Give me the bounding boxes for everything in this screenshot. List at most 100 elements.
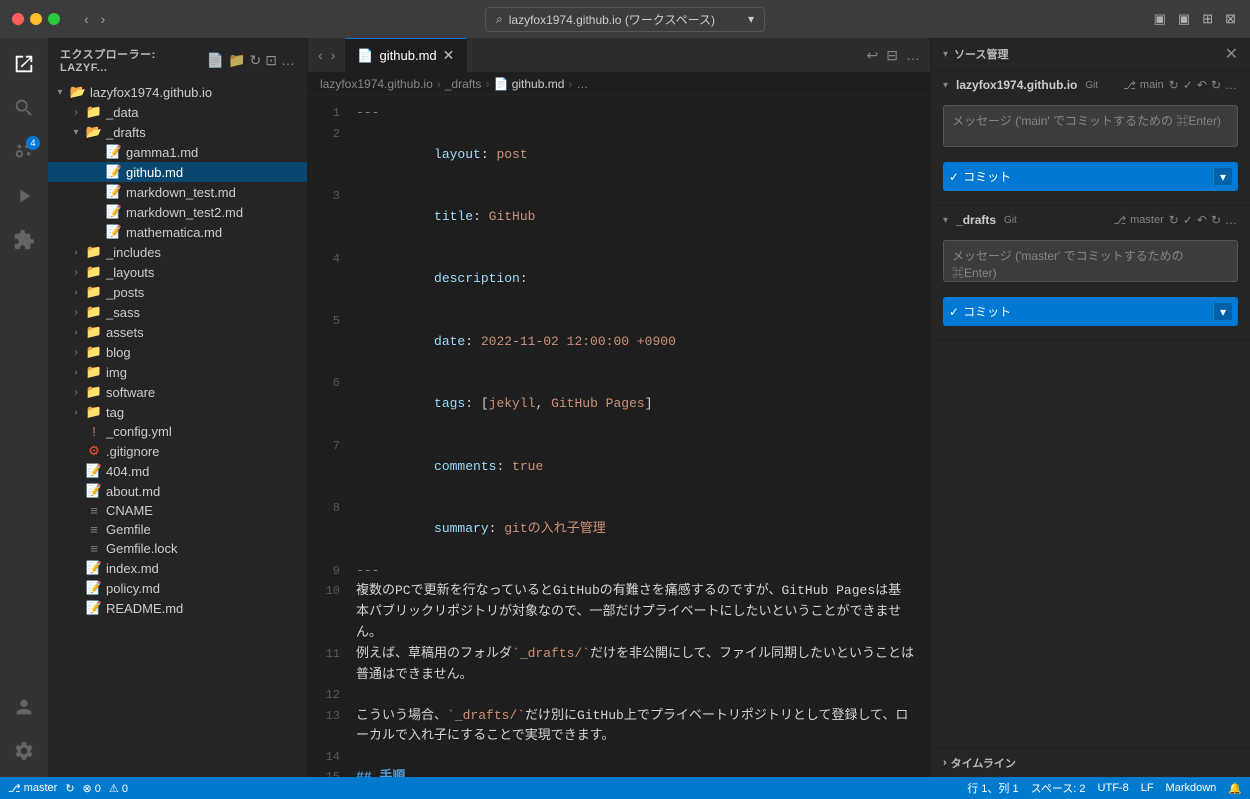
tab-github-md[interactable]: 📄 github.md ✕ — [345, 38, 467, 73]
sidebar-item-gamma1[interactable]: 📝 gamma1.md — [48, 142, 307, 162]
file-icon: ≡ — [84, 503, 104, 518]
layout4-button[interactable]: ⊠ — [1223, 9, 1238, 29]
sidebar-item-drafts[interactable]: ▾ 📂 _drafts — [48, 122, 307, 142]
layout1-button[interactable]: ▣ — [1152, 9, 1168, 29]
history-button[interactable]: ↶ — [1196, 77, 1208, 93]
sync-branch-button[interactable]: ↻ — [1168, 77, 1180, 93]
status-encoding[interactable]: UTF-8 — [1098, 782, 1129, 794]
tab-nav-forward[interactable]: › — [329, 45, 338, 65]
activity-search[interactable] — [6, 90, 42, 126]
sidebar-item-mathematica[interactable]: 📝 mathematica.md — [48, 222, 307, 242]
sidebar-item-readme[interactable]: 📝 README.md — [48, 598, 307, 618]
status-sync[interactable]: ↻ — [65, 782, 74, 795]
sidebar-item-includes[interactable]: › 📁 _includes — [48, 242, 307, 262]
sidebar-item-sass[interactable]: › 📁 _sass — [48, 302, 307, 322]
status-spaces[interactable]: スペース: 2 — [1031, 780, 1086, 796]
history2-button[interactable]: ↶ — [1196, 212, 1208, 228]
breadcrumb-more[interactable]: … — [576, 77, 588, 91]
encoding-label: UTF-8 — [1098, 782, 1129, 794]
sc-repo2-message-input[interactable] — [943, 240, 1238, 282]
tab-nav-back[interactable]: ‹ — [316, 45, 325, 65]
sidebar-item-github-md[interactable]: 📝 github.md — [48, 162, 307, 182]
sidebar-item-root[interactable]: ▾ 📂 lazyfox1974.github.io — [48, 82, 307, 102]
sc-repo2-header[interactable]: ▾ _drafts Git ⎇ master ↻ ✓ ↶ ↻ … — [931, 206, 1250, 234]
activity-explorer[interactable] — [6, 46, 42, 82]
status-language[interactable]: Markdown — [1166, 782, 1217, 794]
sidebar-item-policy[interactable]: 📝 policy.md — [48, 578, 307, 598]
activity-source-control[interactable]: 4 — [6, 134, 42, 170]
check2-button[interactable]: ✓ — [1182, 212, 1194, 228]
sidebar-item-data[interactable]: › 📁 _data — [48, 102, 307, 122]
sc-repo1-header[interactable]: ▾ lazyfox1974.github.io Git ⎇ main ↻ ✓ ↶… — [931, 71, 1250, 99]
code-editor[interactable]: 1 --- 2 layout: post 3 title: GitHub 4 d… — [308, 95, 930, 777]
new-folder-button[interactable]: 📁 — [228, 52, 245, 69]
tab-close-button[interactable]: ✕ — [443, 47, 455, 64]
tab-bar: ‹ › 📄 github.md ✕ ↩ ⊟ … — [308, 38, 930, 73]
new-file-button[interactable]: 📄 — [207, 52, 224, 69]
breadcrumb-root[interactable]: lazyfox1974.github.io — [320, 77, 433, 91]
sc-close-button[interactable]: ✕ — [1225, 44, 1238, 64]
split-button[interactable]: ⊟ — [884, 45, 900, 66]
timeline-section[interactable]: › タイムライン — [931, 748, 1250, 777]
sidebar-item-layouts[interactable]: › 📁 _layouts — [48, 262, 307, 282]
md-file-icon: 📝 — [84, 483, 104, 499]
sidebar-item-software[interactable]: › 📁 software — [48, 382, 307, 402]
more-tab-actions[interactable]: … — [904, 45, 922, 65]
sidebar-item-about[interactable]: 📝 about.md — [48, 481, 307, 501]
sidebar-item-gemfile-lock[interactable]: ≡ Gemfile.lock — [48, 539, 307, 558]
refresh-button[interactable]: ↻ — [250, 52, 262, 69]
sidebar-item-img[interactable]: › 📁 img — [48, 362, 307, 382]
titlebar-search[interactable]: ⌕ lazyfox1974.github.io (ワークスペース) ▾ — [485, 7, 765, 32]
sidebar-item-cname[interactable]: ≡ CNAME — [48, 501, 307, 520]
status-warnings[interactable]: ⚠ 0 — [109, 782, 128, 795]
forward-button[interactable]: › — [97, 9, 110, 29]
sc-repo2-commit-button[interactable]: ✓ コミット ▾ — [943, 297, 1238, 326]
tree-label: blog — [106, 345, 307, 360]
activity-accounts[interactable] — [6, 689, 42, 725]
sidebar-item-markdown-test[interactable]: 📝 markdown_test.md — [48, 182, 307, 202]
activity-run[interactable] — [6, 178, 42, 214]
sidebar-item-markdown-test2[interactable]: 📝 markdown_test2.md — [48, 202, 307, 222]
status-line[interactable]: 行 1、列 1 — [967, 780, 1018, 796]
collapse-all-button[interactable]: ⊡ — [265, 52, 277, 69]
sidebar-item-assets[interactable]: › 📁 assets — [48, 322, 307, 342]
sidebar-item-gemfile[interactable]: ≡ Gemfile — [48, 520, 307, 539]
sidebar-item-index[interactable]: 📝 index.md — [48, 558, 307, 578]
sync-branch2-button[interactable]: ↻ — [1168, 212, 1180, 228]
check-button[interactable]: ✓ — [1182, 77, 1194, 93]
more-repo-button[interactable]: … — [1224, 77, 1238, 93]
branch-name: master — [1130, 214, 1164, 226]
layout2-button[interactable]: ▣ — [1176, 9, 1192, 29]
status-notification[interactable]: 🔔 — [1228, 782, 1242, 795]
status-left: ⎇ master ↻ ⊗ 0 ⚠ 0 — [8, 782, 128, 795]
revert-button[interactable]: ↩ — [865, 45, 881, 66]
sidebar-item-posts[interactable]: › 📁 _posts — [48, 282, 307, 302]
back-button[interactable]: ‹ — [80, 9, 93, 29]
sc-commit-dropdown2[interactable]: ▾ — [1213, 303, 1232, 320]
more-actions-button[interactable]: … — [281, 52, 295, 69]
maximize-window-button[interactable] — [48, 13, 60, 25]
breadcrumb-drafts[interactable]: _drafts — [445, 77, 482, 91]
refresh-repo-button[interactable]: ↻ — [1210, 77, 1222, 93]
status-line-ending[interactable]: LF — [1141, 782, 1154, 794]
md-file-icon: 📝 — [104, 204, 124, 220]
minimize-window-button[interactable] — [30, 13, 42, 25]
layout3-button[interactable]: ⊞ — [1200, 9, 1215, 29]
status-branch[interactable]: ⎇ master — [8, 782, 57, 795]
sidebar-item-config[interactable]: ! _config.yml — [48, 422, 307, 441]
close-window-button[interactable] — [12, 13, 24, 25]
sc-repo1-message-input[interactable] — [943, 105, 1238, 147]
activity-settings[interactable] — [6, 733, 42, 769]
sidebar-item-blog[interactable]: › 📁 blog — [48, 342, 307, 362]
breadcrumb-file[interactable]: 📄 github.md — [493, 77, 564, 91]
sc-commit-dropdown[interactable]: ▾ — [1213, 168, 1232, 185]
status-errors[interactable]: ⊗ 0 — [83, 782, 101, 795]
sidebar-item-404[interactable]: 📝 404.md — [48, 461, 307, 481]
line-content: date: 2022-11-02 12:00:00 +0900 — [356, 311, 930, 373]
sidebar-item-gitignore[interactable]: ⚙ .gitignore — [48, 441, 307, 461]
sc-repo1-commit-button[interactable]: ✓ コミット ▾ — [943, 162, 1238, 191]
sidebar-item-tag[interactable]: › 📁 tag — [48, 402, 307, 422]
refresh-repo2-button[interactable]: ↻ — [1210, 212, 1222, 228]
activity-extensions[interactable] — [6, 222, 42, 258]
more-repo2-button[interactable]: … — [1224, 212, 1238, 228]
